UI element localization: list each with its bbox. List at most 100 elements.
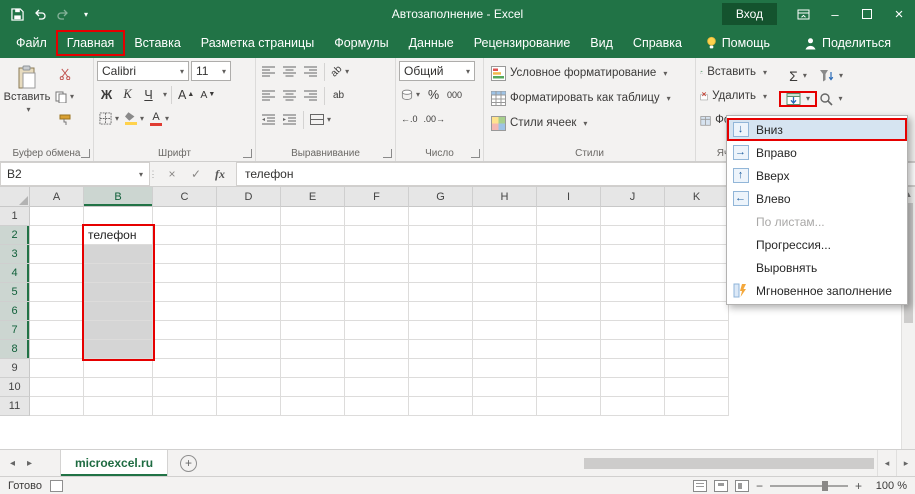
cell-J10[interactable]	[601, 378, 665, 397]
comma-style-button[interactable]: 000	[445, 84, 464, 105]
ribbon-tab-3[interactable]: Разметка страницы	[191, 31, 324, 55]
cell-K10[interactable]	[665, 378, 729, 397]
cell-H11[interactable]	[473, 397, 537, 416]
fill-menu-item-flash-fill[interactable]: Мгновенное заполнение	[727, 279, 907, 302]
column-header-I[interactable]: I	[537, 187, 601, 207]
cell-C11[interactable]	[153, 397, 217, 416]
cell-D11[interactable]	[217, 397, 281, 416]
scroll-right-icon[interactable]: ▸	[896, 450, 915, 476]
align-center-icon[interactable]	[280, 85, 299, 106]
cell-H2[interactable]	[473, 226, 537, 245]
column-header-A[interactable]: A	[30, 187, 84, 207]
align-middle-icon[interactable]	[280, 61, 299, 82]
cell-C1[interactable]	[153, 207, 217, 226]
cell-H10[interactable]	[473, 378, 537, 397]
maximize-button[interactable]	[851, 0, 883, 28]
cancel-entry-icon[interactable]: ×	[160, 162, 184, 186]
fill-menu-item-5[interactable]: Прогрессия...	[727, 233, 907, 256]
cell-D4[interactable]	[217, 264, 281, 283]
align-top-icon[interactable]	[259, 61, 278, 82]
align-bottom-icon[interactable]	[301, 61, 320, 82]
row-header-3[interactable]: 3	[0, 245, 30, 264]
dialog-launcher-font[interactable]	[243, 149, 252, 158]
ribbon-tab-10[interactable]: Поделиться	[794, 31, 901, 55]
fill-menu-item-right[interactable]: → Вправо	[727, 141, 907, 164]
cell-E4[interactable]	[281, 264, 345, 283]
cell-K4[interactable]	[665, 264, 729, 283]
grow-font-button[interactable]: А ▲	[176, 84, 196, 105]
cell-G5[interactable]	[409, 283, 473, 302]
cell-I11[interactable]	[537, 397, 601, 416]
row-header-5[interactable]: 5	[0, 283, 30, 302]
horizontal-scroll-thumb[interactable]	[584, 457, 874, 469]
cell-G2[interactable]	[409, 226, 473, 245]
column-header-F[interactable]: F	[345, 187, 409, 207]
cell-A4[interactable]	[30, 264, 84, 283]
shrink-font-button[interactable]: А ▼	[198, 84, 217, 105]
increase-indent-icon[interactable]	[280, 109, 299, 130]
cell-K1[interactable]	[665, 207, 729, 226]
fill-menu-item-down[interactable]: ↓ Вниз	[727, 118, 907, 141]
cell-C5[interactable]	[153, 283, 217, 302]
customize-qat-icon[interactable]: ▾	[75, 3, 97, 25]
row-header-2[interactable]: 2	[0, 226, 30, 245]
cell-D6[interactable]	[217, 302, 281, 321]
cell-I6[interactable]	[537, 302, 601, 321]
row-header-9[interactable]: 9	[0, 359, 30, 378]
cell-G4[interactable]	[409, 264, 473, 283]
cell-H1[interactable]	[473, 207, 537, 226]
view-normal-icon[interactable]	[692, 479, 707, 492]
decrease-indent-icon[interactable]	[259, 109, 278, 130]
cell-A1[interactable]	[30, 207, 84, 226]
cell-D5[interactable]	[217, 283, 281, 302]
conditional-formatting-button[interactable]: Условное форматирование ▾	[487, 61, 692, 85]
view-page-layout-icon[interactable]	[713, 479, 728, 492]
cell-C2[interactable]	[153, 226, 217, 245]
cell-I1[interactable]	[537, 207, 601, 226]
cell-B9[interactable]	[84, 359, 153, 378]
cell-E2[interactable]	[281, 226, 345, 245]
cell-B11[interactable]	[84, 397, 153, 416]
fill-menu-item-4[interactable]: По листам...	[727, 210, 907, 233]
cell-C7[interactable]	[153, 321, 217, 340]
autosum-button[interactable]: Σ ▾	[780, 68, 816, 84]
cell-A5[interactable]	[30, 283, 84, 302]
dialog-launcher-clipboard[interactable]	[81, 149, 90, 158]
cell-B2[interactable]: телефон	[84, 226, 153, 245]
cell-F3[interactable]	[345, 245, 409, 264]
cell-K5[interactable]	[665, 283, 729, 302]
cell-D1[interactable]	[217, 207, 281, 226]
ribbon-tab-9[interactable]: Помощь	[696, 31, 780, 55]
cell-G11[interactable]	[409, 397, 473, 416]
cell-F6[interactable]	[345, 302, 409, 321]
ribbon-tab-1[interactable]: Главная	[55, 30, 126, 56]
cell-D7[interactable]	[217, 321, 281, 340]
zoom-in-icon[interactable]: +	[855, 479, 862, 493]
row-header-4[interactable]: 4	[0, 264, 30, 283]
cell-E11[interactable]	[281, 397, 345, 416]
cell-K6[interactable]	[665, 302, 729, 321]
decrease-decimal-button[interactable]: .00→	[422, 108, 448, 129]
zoom-slider[interactable]	[769, 480, 848, 491]
cell-C8[interactable]	[153, 340, 217, 359]
close-button[interactable]: ×	[883, 0, 915, 28]
sort-filter-icon[interactable]: ▾	[816, 69, 846, 83]
column-header-G[interactable]: G	[409, 187, 473, 207]
row-header-8[interactable]: 8	[0, 340, 30, 359]
column-header-B[interactable]: B	[84, 187, 153, 207]
cell-A9[interactable]	[30, 359, 84, 378]
cell-C6[interactable]	[153, 302, 217, 321]
number-format-combo[interactable]: Общий ▾	[399, 61, 475, 81]
borders-icon[interactable]: ▾	[97, 108, 121, 129]
cell-G3[interactable]	[409, 245, 473, 264]
cell-styles-button[interactable]: Стили ячеек ▾	[487, 111, 692, 135]
cell-E8[interactable]	[281, 340, 345, 359]
cell-C3[interactable]	[153, 245, 217, 264]
row-header-6[interactable]: 6	[0, 302, 30, 321]
cell-J5[interactable]	[601, 283, 665, 302]
cell-A11[interactable]	[30, 397, 84, 416]
bold-button[interactable]: Ж	[97, 84, 116, 105]
cell-K11[interactable]	[665, 397, 729, 416]
dialog-launcher-alignment[interactable]	[383, 149, 392, 158]
delete-cells-button[interactable]: Удалить ▾	[699, 85, 768, 107]
